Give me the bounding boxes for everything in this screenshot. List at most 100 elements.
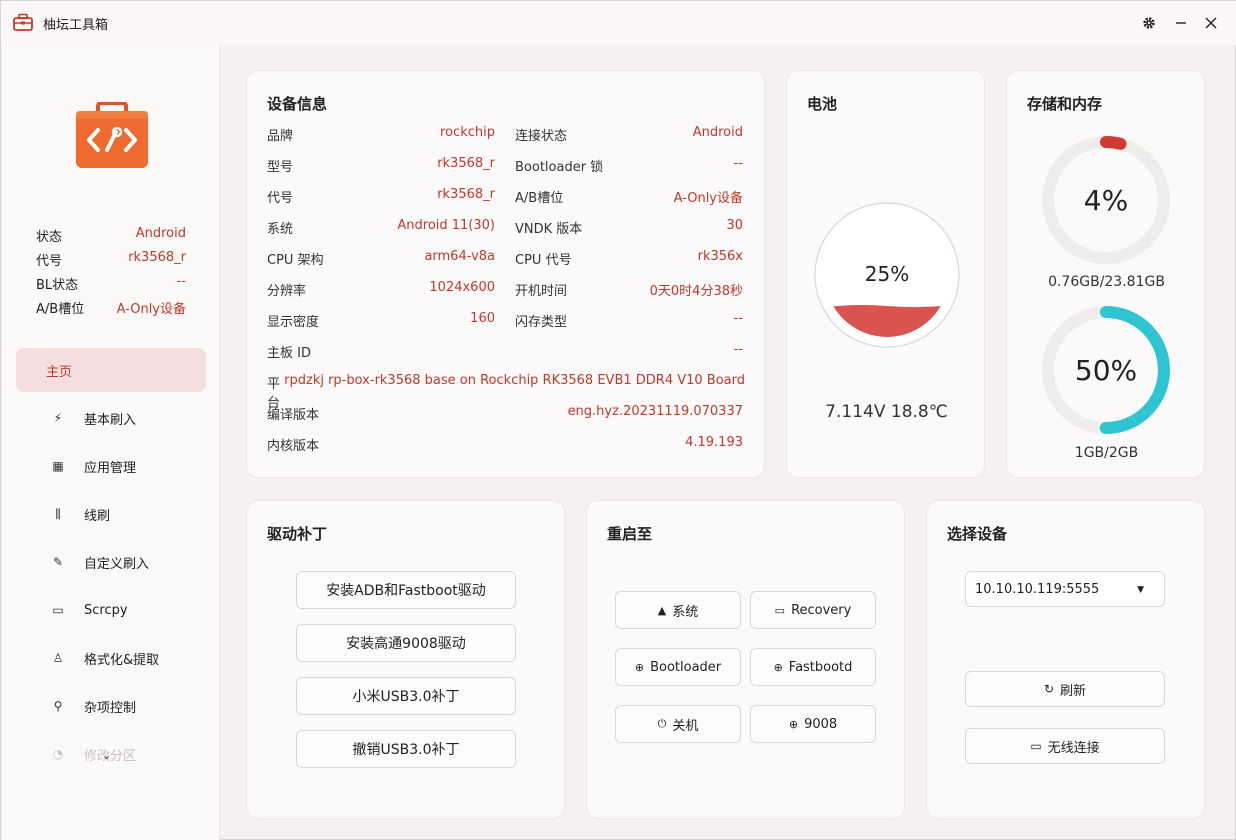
cable-flash-icon: ⫼ <box>55 506 61 521</box>
codename-value: rk3568_r <box>128 250 186 265</box>
info-label: 编译版本 <box>267 408 320 423</box>
refresh-icon: ↻ <box>1043 682 1055 696</box>
battery-voltage-temp: 7.114V 18.8℃ <box>825 402 948 422</box>
reboot-bootloader-button[interactable]: ⊕ Bootloader <box>615 648 741 686</box>
nav-item-label: 应用管理 <box>84 460 137 476</box>
device-info-row: CPU 架构 arm64-v8a <box>267 249 495 268</box>
nav-item-custom-flash[interactable]: ✎ 自定义刷入 <box>16 540 206 584</box>
close-icon[interactable] <box>1200 12 1222 34</box>
toolbox-icon <box>13 13 33 31</box>
device-info-row: 闪存类型 -- <box>515 311 743 330</box>
device-info-row: 显示密度 160 <box>267 311 495 330</box>
button-label: Recovery <box>791 602 852 618</box>
wireless-connect-button[interactable]: ▭ 无线连接 <box>965 728 1165 764</box>
info-value: Android 11(30) <box>397 218 495 233</box>
board-id-row: 主板 ID -- <box>267 342 743 361</box>
app-window: 柚坛工具箱 状态 Android 代号 rk3568_r BL状态 -- A/B… <box>0 0 1236 840</box>
info-value: arm64-v8a <box>424 249 495 264</box>
codename-row: 代号 rk3568_r <box>36 250 186 269</box>
gear-icon[interactable] <box>1138 12 1160 34</box>
nav-item-home[interactable]: 主页 <box>16 348 206 392</box>
chevron-down-icon[interactable]: ⌄ <box>102 749 111 762</box>
nav-item-scrcpy[interactable]: ▭ Scrcpy <box>16 588 206 632</box>
storage-memory-card: 存储和内存 4% 0.76GB/23.81GB 50% 1GB/2GB <box>1006 70 1205 478</box>
device-info-row: CPU 代号 rk356x <box>515 249 743 268</box>
download-circle-icon: ⊕ <box>773 660 783 674</box>
info-label: 型号 <box>267 160 294 175</box>
battery-percent: 25% <box>865 262 909 286</box>
nav-item-line-flash[interactable]: ⫼ 线刷 <box>16 492 206 536</box>
nav-item-label: 线刷 <box>84 508 111 524</box>
device-select[interactable]: 10.10.10.119:5555 ▼ <box>965 571 1165 607</box>
nav-item-label: Scrcpy <box>84 602 128 618</box>
reboot-system-button[interactable]: ▲ 系统 <box>615 591 741 629</box>
button-label: 系统 <box>672 604 699 620</box>
monitor-icon: ▭ <box>1030 739 1042 753</box>
app-title: 柚坛工具箱 <box>43 18 109 33</box>
info-value: rk356x <box>697 249 743 264</box>
status-label: 状态 <box>36 230 63 245</box>
dropdown-arrow-icon: ▼ <box>1137 585 1144 595</box>
device-info-row: 型号 rk3568_r <box>267 156 495 175</box>
bl-status-row: BL状态 -- <box>36 274 186 293</box>
device-info-row: 代号 rk3568_r <box>267 187 495 206</box>
nav-item-app-manager[interactable]: ▦ 应用管理 <box>16 444 206 488</box>
device-info-row: A/B槽位 A-Only设备 <box>515 187 743 206</box>
reboot-recovery-button[interactable]: ▭ Recovery <box>750 591 876 629</box>
info-label: 主板 ID <box>267 346 311 361</box>
reboot-9008-button[interactable]: ⊕ 9008 <box>750 705 876 743</box>
reboot-fastbootd-button[interactable]: ⊕ Fastbootd <box>750 648 876 686</box>
monitor-icon: ▭ <box>774 603 786 617</box>
status-row: 状态 Android <box>36 226 186 245</box>
nav-item-label: 主页 <box>46 364 73 380</box>
storage-ring: 4% <box>1042 136 1170 264</box>
info-value: 1024x600 <box>429 280 495 295</box>
ab-slot-row: A/B槽位 A-Only设备 <box>36 298 186 317</box>
memory-percent: 50% <box>1075 354 1137 387</box>
battery-gauge: 25% <box>814 202 960 348</box>
apps-icon: ▦ <box>52 459 64 473</box>
nav-item-misc-control[interactable]: ⚲ 杂项控制 <box>16 684 206 728</box>
device-info-row: 连接状态 Android <box>515 125 743 144</box>
power-icon: ⏻ <box>657 717 667 730</box>
power-off-button[interactable]: ⏻ 关机 <box>615 705 741 743</box>
install-adb-fastboot-driver-button[interactable]: 安装ADB和Fastboot驱动 <box>296 571 516 609</box>
ab-slot-label: A/B槽位 <box>36 302 85 317</box>
info-label: 系统 <box>267 222 294 237</box>
button-label: Bootloader <box>650 659 722 675</box>
ab-slot-value: A-Only设备 <box>116 302 186 317</box>
title-bar: 柚坛工具箱 <box>1 1 1236 45</box>
info-label: VNDK 版本 <box>515 222 583 237</box>
device-info-row: Bootloader 锁 -- <box>515 156 743 175</box>
install-qualcomm-9008-driver-button[interactable]: 安装高通9008驱动 <box>296 624 516 662</box>
info-label: 内核版本 <box>267 439 320 454</box>
button-label: 关机 <box>672 718 699 734</box>
custom-flash-icon: ✎ <box>52 555 64 569</box>
info-label: CPU 架构 <box>267 253 324 268</box>
info-value: 0天0时4分38秒 <box>649 284 743 299</box>
card-title: 电池 <box>807 95 838 113</box>
button-label: 9008 <box>804 716 838 732</box>
flash-icon: ⚡ <box>53 411 63 425</box>
device-info-row: 品牌 rockchip <box>267 125 495 144</box>
battery-card: 电池 25% 7.114V 18.8℃ <box>786 70 985 478</box>
nav-item-basic-flash[interactable]: ⚡ 基本刷入 <box>16 396 206 440</box>
sidebar: 状态 Android 代号 rk3568_r BL状态 -- A/B槽位 A-O… <box>2 45 220 840</box>
info-value: 30 <box>726 218 743 233</box>
xiaomi-usb3-patch-button[interactable]: 小米USB3.0补丁 <box>296 677 516 715</box>
info-value: 4.19.193 <box>685 435 743 450</box>
info-value: -- <box>733 342 743 357</box>
misc-control-icon: ⚲ <box>53 699 63 713</box>
android-icon: ▲ <box>657 603 667 617</box>
screen-mirror-icon: ▭ <box>52 603 64 617</box>
revoke-usb3-patch-button[interactable]: 撤销USB3.0补丁 <box>296 730 516 768</box>
format-icon: ♙ <box>52 651 64 665</box>
refresh-button[interactable]: ↻ 刷新 <box>965 671 1165 707</box>
nav-item-format-extract[interactable]: ♙ 格式化&提取 <box>16 636 206 680</box>
info-label: 品牌 <box>267 129 294 144</box>
info-label: 显示密度 <box>267 315 320 330</box>
device-info-row: 分辨率 1024x600 <box>267 280 495 299</box>
info-value: eng.hyz.20231119.070337 <box>567 404 743 419</box>
kernel-version-row: 内核版本 4.19.193 <box>267 435 743 454</box>
minimize-icon[interactable] <box>1170 12 1192 34</box>
